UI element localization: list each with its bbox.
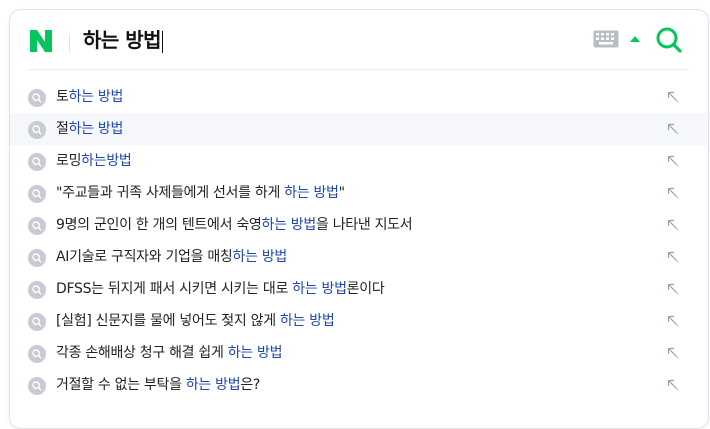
- suggestion-text: 절하는 방법: [56, 113, 123, 145]
- suggestion-prefix: 9명의 군인이 한 개의 텐트에서 숙영: [56, 217, 262, 233]
- search-icon[interactable]: [654, 25, 684, 55]
- search-suggestion-icon: [28, 185, 46, 203]
- divider: [28, 69, 690, 70]
- suggestion-text: [실험] 신문지를 물에 넣어도 젖지 않게 하는 방법: [56, 305, 335, 337]
- fill-query-arrow-icon[interactable]: [667, 347, 679, 359]
- suggestion-item[interactable]: [실험] 신문지를 물에 넣어도 젖지 않게 하는 방법: [10, 305, 708, 337]
- suggestion-prefix: 각종 손해배상 청구 해결 쉽게: [56, 345, 228, 361]
- suggestion-prefix: 절: [56, 121, 69, 137]
- search-suggestion-icon: [28, 89, 46, 107]
- suggestion-item[interactable]: DFSS는 뒤지게 패서 시키면 시키는 대로 하는 방법론이다: [10, 273, 708, 305]
- suggestion-item[interactable]: 절하는 방법: [10, 113, 708, 145]
- suggestion-highlight: 하는 방법: [227, 345, 283, 361]
- search-suggestion-icon: [28, 153, 46, 171]
- suggestion-item[interactable]: 각종 손해배상 청구 해결 쉽게 하는 방법: [10, 337, 708, 369]
- fill-query-arrow-icon[interactable]: [667, 379, 679, 391]
- suggestion-prefix: 거절할 수 없는 부탁을: [56, 377, 186, 393]
- search-suggestion-icon: [28, 345, 46, 363]
- suggestion-item[interactable]: 로밍하는방법: [10, 145, 708, 177]
- suggestion-item[interactable]: "주교들과 귀족 사제들에게 선서를 하게 하는 방법": [10, 177, 708, 209]
- suggestion-suffix: 을 나타낸 지도서: [315, 217, 413, 233]
- suggestion-prefix: 토: [56, 89, 69, 105]
- search-suggestion-icon: [28, 249, 46, 267]
- text-caret: [162, 30, 164, 53]
- fill-query-arrow-icon[interactable]: [667, 315, 679, 327]
- suggestion-prefix: "주교들과 귀족 사제들에게 선서를 하게: [56, 185, 285, 201]
- search-suggestion-icon: [28, 281, 46, 299]
- search-query-text: 하는 방법: [83, 28, 162, 52]
- suggestion-highlight: 하는방법: [81, 153, 132, 169]
- suggestion-text: AI기술로 구직자와 기업을 매칭하는 방법: [56, 241, 287, 273]
- keyboard-icon[interactable]: [593, 30, 619, 48]
- suggestion-prefix: DFSS는 뒤지게 패서 시키면 시키는 대로: [56, 281, 293, 297]
- suggestion-prefix: [실험] 신문지를 물에 넣어도 젖지 않게: [56, 313, 280, 329]
- search-suggestion-icon: [28, 377, 46, 395]
- search-bar: 하는 방법: [10, 10, 708, 70]
- collapse-arrow-icon[interactable]: [629, 34, 641, 44]
- fill-query-arrow-icon[interactable]: [667, 219, 679, 231]
- suggestion-prefix: 로밍: [56, 153, 82, 169]
- naver-logo-icon[interactable]: [28, 28, 54, 54]
- fill-query-arrow-icon[interactable]: [667, 155, 679, 167]
- divider: [69, 34, 70, 52]
- search-input[interactable]: 하는 방법: [83, 25, 164, 55]
- suggestion-highlight: 하는 방법: [284, 185, 339, 201]
- search-suggestion-icon: [28, 313, 46, 331]
- suggestion-item[interactable]: AI기술로 구직자와 기업을 매칭하는 방법: [10, 241, 708, 273]
- search-suggestion-icon: [28, 217, 46, 235]
- suggestion-highlight: 하는 방법: [68, 121, 124, 137]
- suggestion-suffix: 은?: [240, 377, 261, 393]
- suggestion-item[interactable]: 거절할 수 없는 부탁을 하는 방법은?: [10, 369, 708, 401]
- suggestion-text: "주교들과 귀족 사제들에게 선서를 하게 하는 방법": [56, 177, 345, 209]
- suggestion-suffix: 론이다: [346, 281, 385, 297]
- suggestion-prefix: AI기술로 구직자와 기업을 매칭: [56, 249, 233, 265]
- suggestion-list: 토하는 방법 절하는 방법 로밍하는방법 "주교들과 귀족 사제들에게 선서를 하게 …: [10, 81, 708, 401]
- suggestion-text: DFSS는 뒤지게 패서 시키면 시키는 대로 하는 방법론이다: [56, 273, 385, 305]
- suggestion-text: 토하는 방법: [56, 81, 123, 113]
- suggestion-text: 각종 손해배상 청구 해결 쉽게 하는 방법: [56, 337, 283, 369]
- suggestion-highlight: 하는 방법: [279, 313, 335, 329]
- fill-query-arrow-icon[interactable]: [667, 123, 679, 135]
- search-autocomplete-panel: 하는 방법 토하는 방법 절하는 방법 로밍하는방법 "주교들과 귀족 사제들에게 선…: [9, 9, 709, 429]
- suggestion-text: 거절할 수 없는 부탁을 하는 방법은?: [56, 369, 260, 401]
- fill-query-arrow-icon[interactable]: [667, 187, 679, 199]
- suggestion-item[interactable]: 9명의 군인이 한 개의 텐트에서 숙영하는 방법을 나타낸 지도서: [10, 209, 708, 241]
- suggestion-item[interactable]: 토하는 방법: [10, 81, 708, 113]
- suggestion-suffix: ": [338, 185, 345, 201]
- fill-query-arrow-icon[interactable]: [667, 251, 679, 263]
- suggestion-highlight: 하는 방법: [185, 377, 241, 393]
- search-suggestion-icon: [28, 121, 46, 139]
- fill-query-arrow-icon[interactable]: [667, 283, 679, 295]
- suggestion-text: 로밍하는방법: [56, 145, 132, 177]
- suggestion-highlight: 하는 방법: [68, 89, 124, 105]
- suggestion-highlight: 하는 방법: [261, 217, 316, 233]
- suggestion-text: 9명의 군인이 한 개의 텐트에서 숙영하는 방법을 나타낸 지도서: [56, 209, 413, 241]
- fill-query-arrow-icon[interactable]: [667, 91, 679, 103]
- suggestion-highlight: 하는 방법: [232, 249, 288, 265]
- suggestion-highlight: 하는 방법: [292, 281, 347, 297]
